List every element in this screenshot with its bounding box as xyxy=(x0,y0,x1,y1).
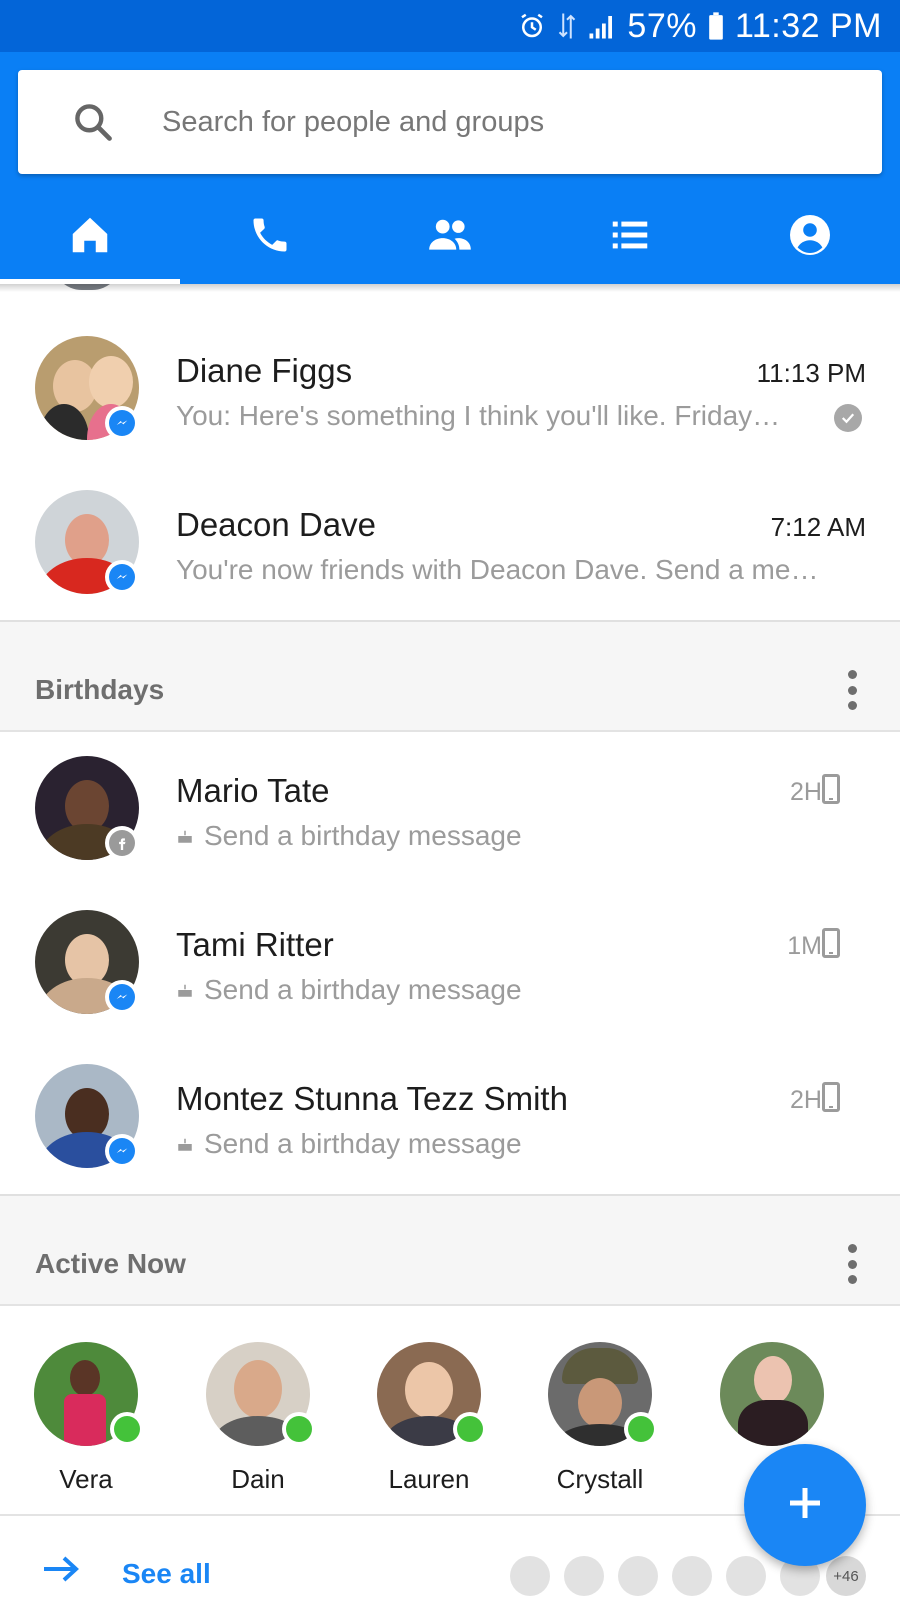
birthday-message: Send a birthday message xyxy=(176,974,522,1006)
birthday-message-text: Send a birthday message xyxy=(204,974,522,1005)
arrow-right-icon xyxy=(42,1554,82,1589)
active-contact[interactable]: Lauren xyxy=(369,1342,489,1512)
list-icon xyxy=(607,212,653,263)
active-ago: 1M xyxy=(787,932,822,960)
active-contact[interactable]: Crystall xyxy=(540,1342,660,1512)
compose-button[interactable] xyxy=(744,1444,866,1566)
active-avatars-preview xyxy=(510,1556,820,1596)
read-receipt-icon xyxy=(834,404,862,432)
more-count-badge: +46 xyxy=(826,1556,866,1596)
phone-icon xyxy=(248,213,292,262)
message-snippet: You: Here's something I think you'll lik… xyxy=(176,400,781,431)
tab-profile[interactable] xyxy=(720,190,900,284)
profile-icon xyxy=(786,211,834,264)
battery-icon xyxy=(707,11,725,41)
active-contact[interactable]: Dain xyxy=(198,1342,318,1512)
active-now-section-header: Active Now xyxy=(0,1194,900,1306)
contact-name: Diane Figgs xyxy=(176,352,353,389)
birthdays-section-header: Birthdays xyxy=(0,620,900,732)
online-indicator xyxy=(282,1412,316,1446)
avatar-placeholder xyxy=(672,1556,712,1596)
tab-calls[interactable] xyxy=(180,190,360,284)
search-input[interactable]: Search for people and groups xyxy=(162,106,544,139)
alarm-icon xyxy=(517,11,547,41)
contact-name: Dain xyxy=(231,1464,285,1494)
message-time: 7:12 AM xyxy=(770,512,866,542)
avatar-placeholder xyxy=(564,1556,604,1596)
avatar-placeholder xyxy=(618,1556,658,1596)
online-indicator xyxy=(453,1412,487,1446)
clock: 11:32 PM xyxy=(734,6,882,45)
avatar-placeholder xyxy=(510,1556,550,1596)
birthday-row[interactable]: Tami Ritter 1M Send a birthday message xyxy=(0,878,900,1036)
active-contact[interactable]: Vera xyxy=(26,1342,146,1512)
plus-icon xyxy=(785,1483,825,1528)
active-ago: 2H xyxy=(790,1086,822,1114)
cake-icon xyxy=(176,974,194,1006)
tab-people[interactable] xyxy=(360,190,540,284)
active-ago: 2H xyxy=(790,778,822,806)
section-title: Active Now xyxy=(35,1248,186,1279)
home-icon xyxy=(67,212,113,263)
facebook-badge-icon xyxy=(105,826,139,860)
message-time: 11:13 PM xyxy=(756,358,866,388)
signal-icon xyxy=(587,11,617,41)
more-options-icon[interactable] xyxy=(846,670,858,710)
avatar xyxy=(720,1342,824,1446)
see-all-link[interactable]: See all xyxy=(122,1558,211,1590)
messenger-badge-icon xyxy=(105,980,139,1014)
status-bar: 57% 11:32 PM xyxy=(0,0,900,52)
messenger-badge-icon xyxy=(105,560,139,594)
contact-name: Montez Stunna Tezz Smith xyxy=(176,1080,568,1117)
app-header: Search for people and groups xyxy=(0,52,900,284)
contact-name: Mario Tate xyxy=(176,772,330,809)
message-snippet: You're now friends with Deacon Dave. Sen… xyxy=(176,554,819,585)
tab-bar xyxy=(0,190,900,284)
contact-name: Deacon Dave xyxy=(176,506,376,543)
conversation-row[interactable]: Diane Figgs 11:13 PM You: Here's somethi… xyxy=(0,304,900,462)
header-shadow xyxy=(0,284,900,292)
conversation-row[interactable]: Deacon Dave 7:12 AM You're now friends w… xyxy=(0,458,900,616)
avatar-placeholder xyxy=(726,1556,766,1596)
contact-name: Tami Ritter xyxy=(176,926,334,963)
birthday-message: Send a birthday message xyxy=(176,820,522,852)
mobile-icon xyxy=(822,1082,840,1112)
contact-name: Crystall xyxy=(556,1464,644,1494)
cake-icon xyxy=(176,1128,194,1160)
tab-home[interactable] xyxy=(0,190,180,284)
birthday-row[interactable]: Montez Stunna Tezz Smith 2H Send a birth… xyxy=(0,1032,900,1190)
section-title: Birthdays xyxy=(35,674,165,705)
birthday-message-text: Send a birthday message xyxy=(204,1128,522,1159)
online-indicator xyxy=(110,1412,144,1446)
contact-name: Lauren xyxy=(388,1464,470,1494)
battery-percent: 57% xyxy=(627,6,697,45)
search-icon xyxy=(64,93,122,151)
mobile-icon xyxy=(822,928,840,958)
network-icon xyxy=(557,11,577,41)
people-icon xyxy=(425,210,475,265)
messenger-badge-icon xyxy=(105,1134,139,1168)
cake-icon xyxy=(176,820,194,852)
tab-groups[interactable] xyxy=(540,190,720,284)
birthday-row[interactable]: Mario Tate 2H Send a birthday message xyxy=(0,724,900,882)
more-options-icon[interactable] xyxy=(846,1244,858,1284)
online-indicator xyxy=(624,1412,658,1446)
search-bar[interactable]: Search for people and groups xyxy=(18,70,882,174)
contact-name: Vera xyxy=(59,1464,113,1494)
conversation-list: Diane Figgs 11:13 PM You: Here's somethi… xyxy=(0,284,900,1600)
birthday-message: Send a birthday message xyxy=(176,1128,522,1160)
messenger-badge-icon xyxy=(105,406,139,440)
mobile-icon xyxy=(822,774,840,804)
birthday-message-text: Send a birthday message xyxy=(204,820,522,851)
